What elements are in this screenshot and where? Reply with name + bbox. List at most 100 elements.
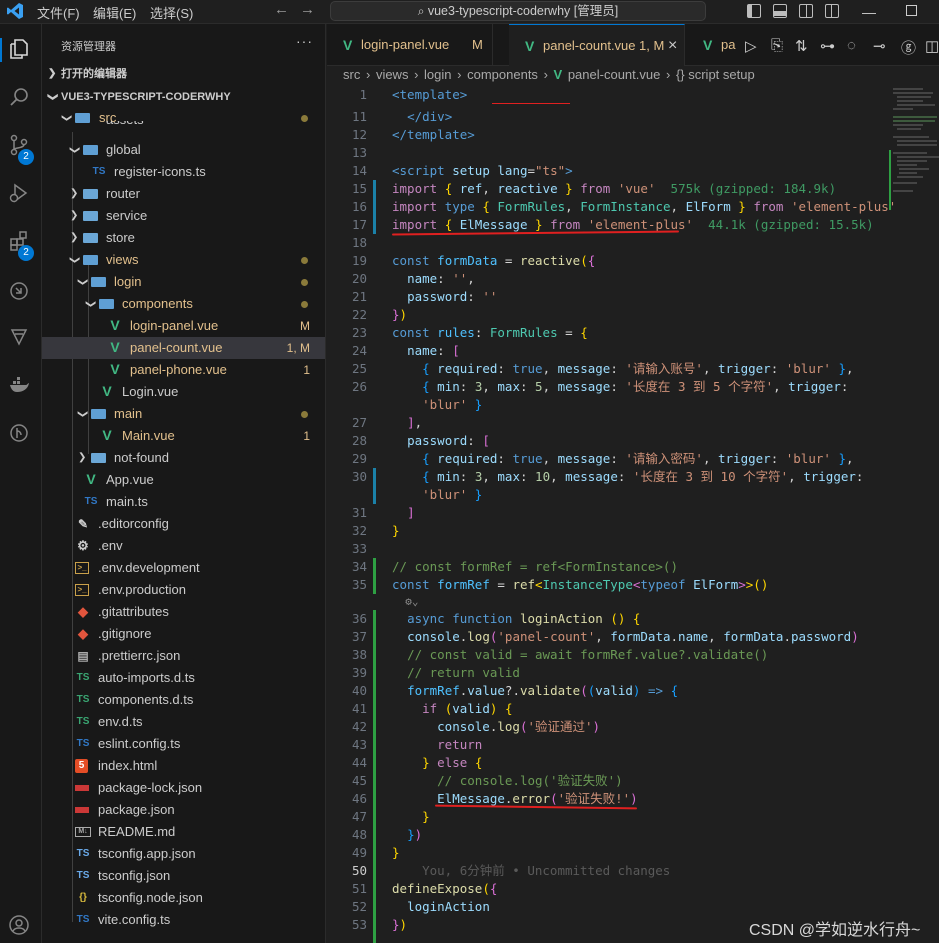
- search-icon: ⌕: [417, 4, 428, 18]
- toggle-panel-icon[interactable]: [773, 4, 787, 18]
- code-editor[interactable]: 1 11 12 13 14 15 16 17 18 19 20 21 22 23…: [327, 86, 939, 943]
- more-actions-icon[interactable]: ···: [296, 33, 313, 49]
- tree-file-panel-phone[interactable]: V panel-phone.vue 1: [42, 359, 325, 381]
- tree-file-env-d[interactable]: TS env.d.ts: [42, 711, 325, 733]
- tree-file-editorconfig[interactable]: ✎ .editorconfig: [42, 513, 325, 535]
- tree-folder-router[interactable]: ❯ router: [42, 183, 325, 205]
- code-line: // const valid = await formRef.value?.va…: [407, 647, 769, 662]
- tab-label: panel-count.vue: [543, 38, 636, 53]
- tab-panel-count[interactable]: V panel-count.vue 1, M ×: [509, 24, 685, 66]
- customize-layout-icon[interactable]: [825, 4, 839, 18]
- breadcrumb-item[interactable]: login: [424, 67, 451, 82]
- menu-file[interactable]: 文件(F): [37, 3, 80, 22]
- breadcrumb-item[interactable]: views: [376, 67, 409, 82]
- menu-selection[interactable]: 选择(S): [150, 3, 193, 22]
- minimize-icon[interactable]: —: [862, 4, 876, 20]
- minimap[interactable]: [887, 86, 939, 943]
- tree-file-prettierrc[interactable]: ▤ .prettierrc.json: [42, 645, 325, 667]
- tree-file-package-json[interactable]: package.json: [42, 799, 325, 821]
- codelens-chevron-icon[interactable]: ⚙︎⌄: [392, 593, 418, 611]
- tree-file-readme[interactable]: M↓ README.md: [42, 821, 325, 843]
- code-line: 'blur' }: [422, 487, 483, 502]
- tree-folder-not-found[interactable]: ❯ not-found: [42, 447, 325, 469]
- tree-folder-main[interactable]: ❯ main: [42, 403, 325, 425]
- breadcrumb-item[interactable]: panel-count.vue: [568, 67, 661, 82]
- breadcrumb-item[interactable]: components: [467, 67, 538, 82]
- tree-file-env-production[interactable]: >_ .env.production: [42, 579, 325, 601]
- compare-icon[interactable]: ⇅: [795, 37, 808, 55]
- account-icon[interactable]: [6, 914, 32, 940]
- tree-label: not-found: [114, 450, 169, 465]
- toggle-secondary-sidebar-icon[interactable]: [799, 4, 813, 18]
- tree-file-vite-config[interactable]: TS vite.config.ts: [42, 909, 325, 931]
- project-section[interactable]: ❯ VUE3-TYPESCRIPT-CODERWHY: [42, 86, 325, 108]
- tree-file-env-development[interactable]: >_ .env.development: [42, 557, 325, 579]
- tree-folder-components[interactable]: ❯ components: [42, 293, 325, 315]
- menu-edit[interactable]: 编辑(E): [93, 3, 136, 22]
- nav-back-icon[interactable]: ←: [274, 1, 289, 18]
- testing-icon[interactable]: [6, 326, 32, 352]
- code-line: const formRef = ref<InstanceType<typeof …: [392, 577, 769, 592]
- close-icon[interactable]: ×: [668, 25, 677, 67]
- split-editor-icon[interactable]: ◫: [925, 37, 939, 55]
- tree-file-tsconfig-app[interactable]: TS tsconfig.app.json: [42, 843, 325, 865]
- tree-file-app-vue[interactable]: V App.vue: [42, 469, 325, 491]
- gitlens-icon[interactable]: ⓖ: [901, 37, 916, 58]
- tree-file-tsconfig[interactable]: TS tsconfig.json: [42, 865, 325, 887]
- tree-file-tsconfig-node[interactable]: {} tsconfig.node.json: [42, 887, 325, 909]
- tree-folder-store[interactable]: ❯ store: [42, 227, 325, 249]
- tree-file-login-panel[interactable]: V login-panel.vue M: [42, 315, 325, 337]
- sidebar-title: 资源管理器: [61, 41, 116, 53]
- previous-change-icon[interactable]: ◌: [847, 37, 856, 54]
- docker-icon[interactable]: [6, 374, 32, 400]
- toggle-primary-sidebar-icon[interactable]: [747, 4, 761, 18]
- tree-file-eslint-config[interactable]: TS eslint.config.ts: [42, 733, 325, 755]
- next-change-icon[interactable]: ⊸: [873, 37, 886, 55]
- tree-folder-global[interactable]: ❯ global: [42, 139, 325, 161]
- breadcrumb-item[interactable]: src: [343, 67, 360, 82]
- html-file-icon: 5: [75, 759, 88, 773]
- run-icon[interactable]: ▷: [745, 37, 757, 55]
- modified-dot: [301, 301, 308, 308]
- nav-forward-icon[interactable]: →: [300, 1, 315, 18]
- run-debug-icon[interactable]: [6, 182, 32, 208]
- tree-file-gitignore[interactable]: ◆ .gitignore: [42, 623, 325, 645]
- gitlens-compare-icon[interactable]: ⊶: [820, 37, 835, 55]
- tree-folder-login[interactable]: ❯ login: [42, 271, 325, 293]
- title-bar: 文件(F) 编辑(E) 选择(S) ← → ⌕ vue3-typescript-…: [0, 0, 939, 24]
- tree-file-panel-count[interactable]: V panel-count.vue 1, M: [42, 337, 325, 359]
- tree-file-login-vue[interactable]: V Login.vue: [42, 381, 325, 403]
- tab-panel-phone[interactable]: V pa: [687, 24, 735, 66]
- tab-login-panel[interactable]: V login-panel.vue M: [327, 24, 493, 66]
- tree-file-register-icons[interactable]: TS register-icons.ts: [42, 161, 325, 183]
- tree-file-gitattributes[interactable]: ◆ .gitattributes: [42, 601, 325, 623]
- tree-label: .gitignore: [98, 626, 152, 641]
- tree-label: .editorconfig: [98, 516, 169, 531]
- tree-file-index-html[interactable]: 5 index.html: [42, 755, 325, 777]
- modified-dot: [301, 279, 308, 286]
- tree-file-main-ts[interactable]: TS main.ts: [42, 491, 325, 513]
- tree-file-components-d[interactable]: TS components.d.ts: [42, 689, 325, 711]
- remote-explorer-icon[interactable]: [6, 280, 32, 306]
- tree-folder-service[interactable]: ❯ service: [42, 205, 325, 227]
- tree-file-env[interactable]: ⚙ .env: [42, 535, 325, 557]
- chevron-down-icon: ❯: [85, 299, 97, 309]
- code-line: <template>: [392, 87, 468, 102]
- line-number: 47: [351, 809, 367, 824]
- tree-folder-views[interactable]: ❯ views: [42, 249, 325, 271]
- maximize-icon[interactable]: [906, 5, 917, 16]
- tree-label: components.d.ts: [98, 692, 194, 707]
- tree-label: components: [122, 296, 193, 311]
- tree-file-package-lock[interactable]: package-lock.json: [42, 777, 325, 799]
- tree-folder-assets[interactable]: assets: [42, 121, 325, 133]
- tree-file-auto-imports[interactable]: TS auto-imports.d.ts: [42, 667, 325, 689]
- explorer-icon[interactable]: [6, 38, 32, 64]
- open-editors-section[interactable]: ❯ 打开的编辑器: [42, 63, 325, 85]
- search-icon[interactable]: [6, 86, 32, 112]
- open-changes-icon[interactable]: ⎘: [771, 37, 783, 54]
- tree-file-main-vue[interactable]: V Main.vue 1: [42, 425, 325, 447]
- command-center[interactable]: ⌕ vue3-typescript-coderwhy [管理员]: [330, 1, 706, 21]
- gitlens-icon[interactable]: [6, 422, 32, 448]
- breadcrumb-item[interactable]: {} script setup: [676, 67, 755, 82]
- breadcrumb: src › views › login › components › V pan…: [327, 66, 939, 88]
